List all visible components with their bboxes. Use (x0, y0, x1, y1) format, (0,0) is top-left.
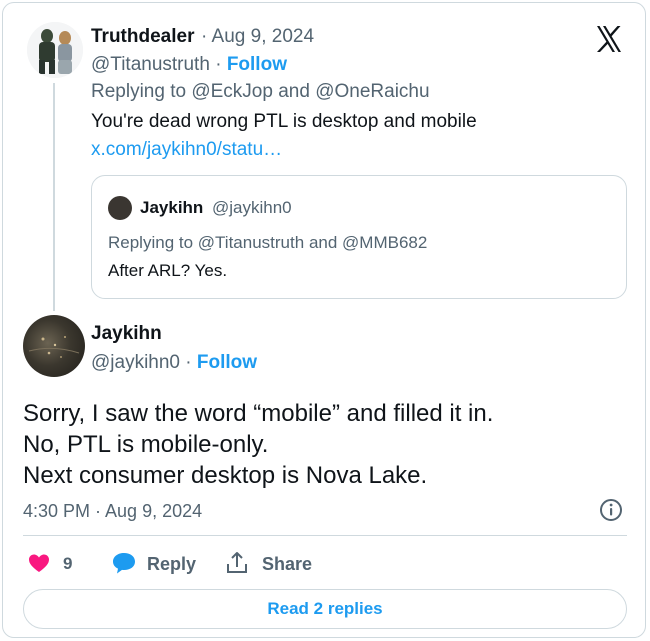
x-logo-icon[interactable] (589, 19, 629, 59)
parent-replying-to: Replying to @EckJop and @OneRaichu (91, 81, 430, 103)
share-button[interactable]: Share (262, 554, 312, 575)
parent-tweet-text: You're dead wrong PTL is desktop and mob… (91, 111, 477, 132)
main-timestamp[interactable]: 4:30 PM · Aug 9, 2024 (23, 501, 202, 522)
heart-icon[interactable] (27, 551, 51, 575)
jaykihn-avatar[interactable] (23, 315, 85, 377)
main-author-name[interactable]: Jaykihn (91, 323, 162, 345)
replying-prefix: Replying to (91, 81, 187, 102)
quoted-tweet[interactable]: Jaykihn @jaykihn0 Replying to @Titanustr… (91, 175, 627, 299)
main-tweet-text: Sorry, I saw the word “mobile” and fille… (23, 398, 493, 491)
parent-handle-row: @Titanustruth · Follow (91, 54, 287, 76)
main-handle-row: @jaykihn0 · Follow (91, 352, 257, 374)
main-follow-link[interactable]: Follow (197, 352, 257, 373)
parent-author-name[interactable]: Truthdealer (91, 26, 194, 48)
main-tweet-line: No, PTL is mobile-only. (23, 431, 269, 458)
quoted-replying-to: Replying to @Titanustruth and @MMB682 (108, 233, 427, 253)
replying-and: and (308, 233, 338, 252)
replying-mention[interactable]: @EckJop (191, 81, 273, 102)
divider (23, 535, 627, 536)
parent-tweet-link[interactable]: x.com/jaykihn0/statu… (91, 139, 282, 161)
main-tweet-line: Sorry, I saw the word “mobile” and fille… (23, 400, 494, 427)
replying-mention: @MMB682 (342, 233, 428, 252)
replying-mention[interactable]: @OneRaichu (315, 81, 429, 102)
replying-mention: @Titanustruth (197, 233, 305, 252)
quoted-author-handle: @jaykihn0 (212, 198, 292, 217)
reply-button[interactable]: Reply (147, 554, 196, 575)
quoted-tweet-text: After ARL? Yes. (108, 261, 228, 280)
separator-dot: · (180, 352, 197, 373)
main-handle[interactable]: @jaykihn0 (91, 352, 180, 373)
truthdealer-avatar[interactable] (27, 22, 83, 78)
parent-date[interactable]: · Aug 9, 2024 (201, 26, 314, 48)
replying-and: and (278, 81, 310, 102)
parent-handle[interactable]: @Titanustruth (91, 54, 210, 75)
separator-dot: · (209, 54, 227, 75)
read-replies-button[interactable]: Read 2 replies (23, 589, 627, 629)
replying-prefix: Replying to (108, 233, 194, 252)
share-icon[interactable] (225, 550, 249, 576)
speech-bubble-icon[interactable] (111, 551, 137, 575)
parent-follow-link[interactable]: Follow (227, 54, 287, 75)
thread-line (53, 83, 55, 311)
embedded-tweet-card: Truthdealer · Aug 9, 2024 @Titanustruth … (2, 2, 646, 638)
quoted-author-avatar (108, 196, 132, 220)
like-count[interactable]: 9 (63, 554, 72, 574)
info-icon[interactable] (598, 497, 624, 523)
main-tweet-line: Next consumer desktop is Nova Lake. (23, 462, 428, 489)
quoted-author-name: Jaykihn (140, 198, 204, 217)
